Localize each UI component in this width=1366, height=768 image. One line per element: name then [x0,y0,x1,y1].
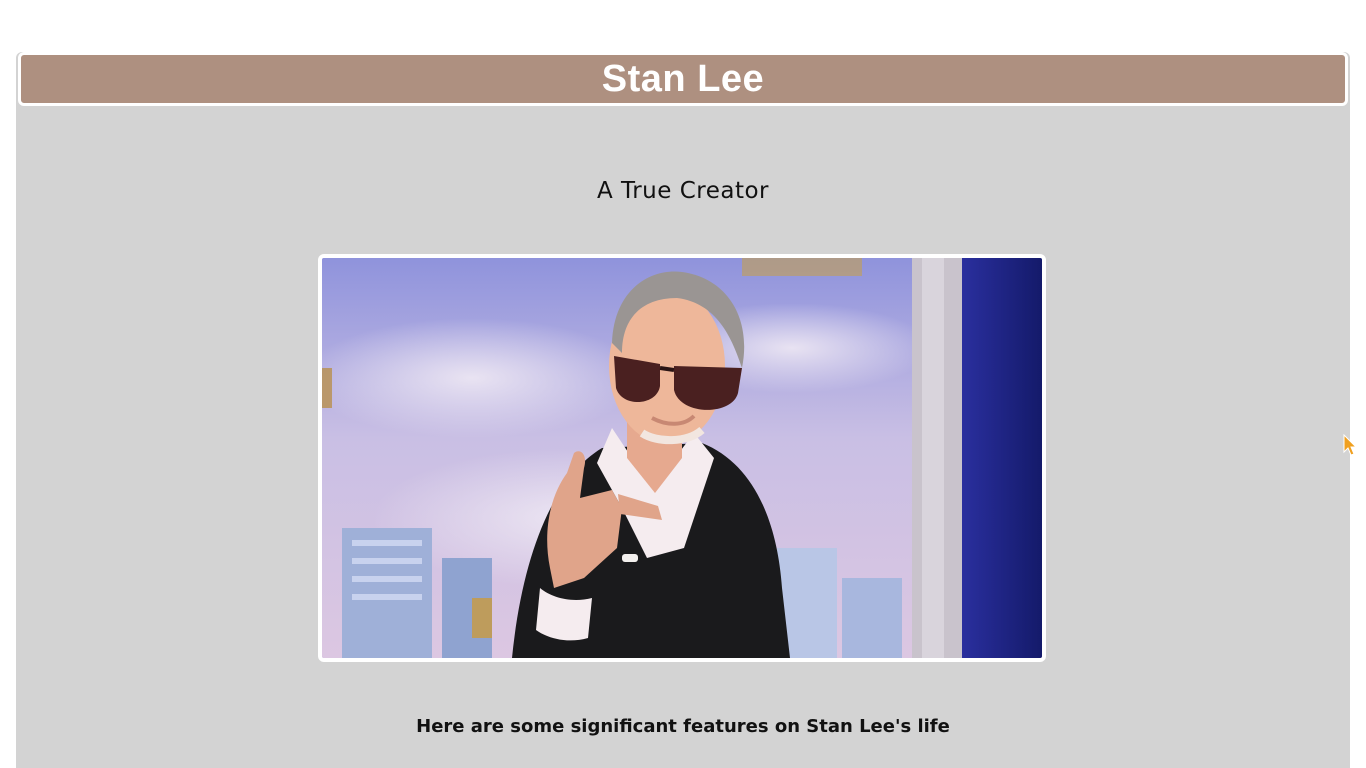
features-caption: Here are some significant features on St… [416,716,950,737]
page-container: Stan Lee A True Creator Here are some si… [16,52,1350,768]
title-banner: Stan Lee [18,52,1348,106]
page-subtitle: A True Creator [596,178,769,204]
mouse-pointer-icon [1343,434,1357,456]
page-title: Stan Lee [601,57,765,100]
portrait-illustration [322,258,1042,658]
hero-image [318,254,1046,662]
